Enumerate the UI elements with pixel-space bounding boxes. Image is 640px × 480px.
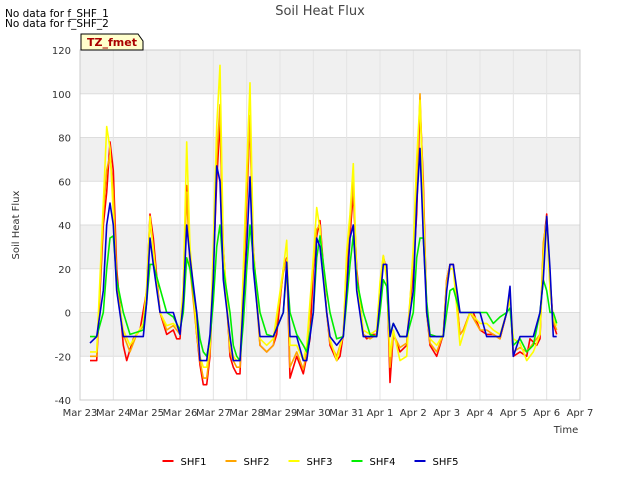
legend-label: SHF2	[244, 457, 270, 468]
x-tick-label: Apr 1	[367, 408, 394, 419]
x-tick-labels: Mar 23Mar 24Mar 25Mar 26Mar 27Mar 28Mar …	[63, 408, 594, 419]
legend-label: SHF3	[307, 457, 333, 468]
soil-heat-flux-chart: -40 -20 0 20 40 60 80 100 120 Mar 23Mar 24Mar 25…	[11, 4, 594, 468]
badge-label: TZ_fmet	[87, 36, 137, 49]
x-tick-label: Apr 4	[467, 408, 494, 419]
x-tick-label: Apr 2	[400, 408, 427, 419]
x-tick-label: Apr 7	[567, 408, 594, 419]
y-tick-label: -20	[55, 352, 71, 363]
legend-label: SHF1	[181, 457, 207, 468]
y-tick-label: 0	[65, 309, 71, 320]
grid-band	[80, 137, 580, 182]
x-tick-label: Mar 27	[196, 408, 231, 419]
x-tick-label: Mar 30	[296, 408, 331, 419]
x-tick-label: Mar 24	[96, 408, 131, 419]
tz-fmet-badge: TZ_fmet	[80, 33, 144, 51]
chart-title: Soil Heat Flux	[275, 4, 365, 19]
legend-label: SHF5	[433, 457, 459, 468]
x-tick-label: Apr 5	[500, 408, 527, 419]
x-tick-label: Mar 31	[329, 408, 364, 419]
y-tick-label: 100	[52, 90, 71, 101]
y-tick-labels: -40 -20 0 20 40 60 80 100 120	[52, 46, 71, 407]
x-tick-label: Mar 29	[263, 408, 298, 419]
x-tick-label: Apr 3	[433, 408, 460, 419]
y-tick-label: 60	[58, 177, 71, 188]
x-tick-label: Mar 28	[229, 408, 264, 419]
x-tick-label: Mar 23	[63, 408, 98, 419]
y-axis-title: Soil Heat Flux	[11, 190, 22, 259]
x-tick-label: Mar 26	[163, 408, 198, 419]
x-axis-title: Time	[553, 425, 578, 436]
x-tick-label: Mar 25	[129, 408, 164, 419]
grid-band	[80, 50, 580, 94]
y-tick-label: 40	[58, 221, 71, 232]
y-tick-label: 20	[58, 265, 71, 276]
y-tick-label: 80	[58, 134, 71, 145]
y-tick-label: 120	[52, 46, 71, 57]
legend: SHF1 SHF2 SHF3 SHF4 SHF5	[162, 457, 459, 468]
x-tick-label: Apr 6	[533, 408, 560, 419]
legend-label: SHF4	[370, 457, 396, 468]
y-tick-label: -40	[55, 396, 71, 407]
